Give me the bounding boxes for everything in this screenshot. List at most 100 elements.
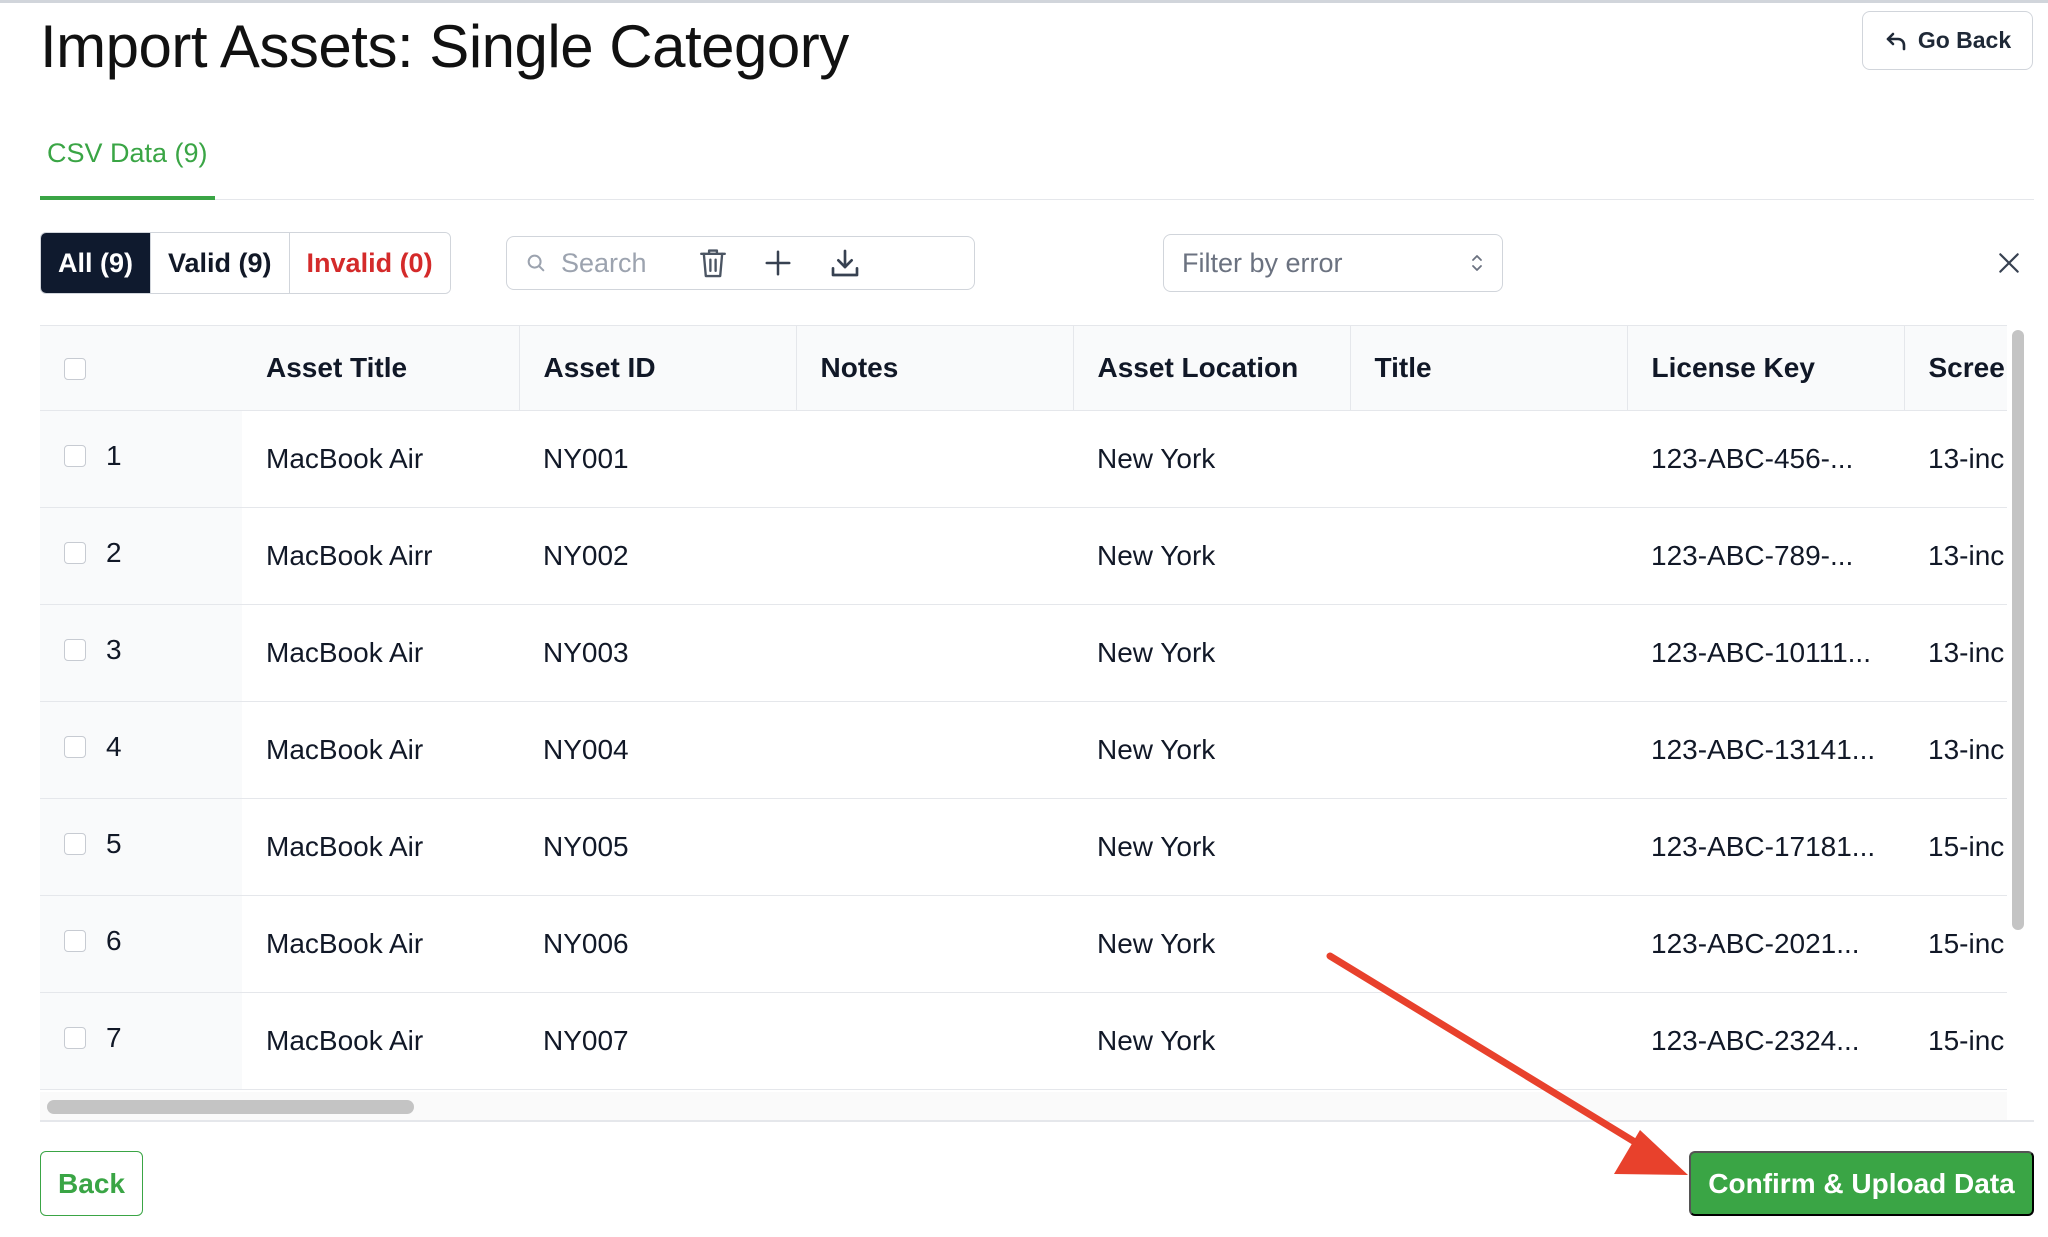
column-header[interactable]: Scree xyxy=(1904,326,2007,411)
table-cell[interactable]: New York xyxy=(1073,992,1350,1090)
table-cell[interactable] xyxy=(796,604,1073,702)
filter-placeholder: Filter by error xyxy=(1182,247,1343,278)
table-cell[interactable]: 13-inc xyxy=(1904,604,2007,702)
footer-divider xyxy=(40,1120,2034,1122)
table-cell[interactable] xyxy=(1350,604,1627,702)
table-cell[interactable]: 123-ABC-2324... xyxy=(1627,992,1904,1090)
row-checkbox[interactable] xyxy=(64,542,86,565)
table-cell[interactable]: MacBook Air xyxy=(242,701,519,799)
table-cell[interactable]: 13-inc xyxy=(1904,410,2007,508)
table-cell[interactable]: NY003 xyxy=(519,604,796,702)
vertical-scrollbar[interactable] xyxy=(2012,330,2024,930)
table-cell[interactable]: New York xyxy=(1073,798,1350,896)
select-all-cell xyxy=(40,326,242,411)
confirm-upload-button[interactable]: Confirm & Upload Data xyxy=(1689,1151,2034,1216)
table-cell[interactable]: NY001 xyxy=(519,410,796,508)
trash-icon[interactable] xyxy=(694,244,732,282)
table-cell[interactable]: 15-inc xyxy=(1904,895,2007,993)
table-cell[interactable]: 15-inc xyxy=(1904,798,2007,896)
row-checkbox[interactable] xyxy=(64,1027,86,1050)
table-cell[interactable]: 123-ABC-456-... xyxy=(1627,410,1904,508)
table-cell[interactable]: MacBook Air xyxy=(242,798,519,896)
table-row[interactable]: 5 MacBook Air NY005 New York 123-ABC-17181..… xyxy=(40,798,2007,896)
column-header[interactable]: Notes xyxy=(796,326,1074,411)
table-cell[interactable]: 123-ABC-13141... xyxy=(1627,701,1904,799)
row-number: 2 xyxy=(106,537,122,569)
column-header[interactable]: Asset ID xyxy=(519,326,797,411)
table-row[interactable]: 1 MacBook Air NY001 New York 123-ABC-456-...… xyxy=(40,410,2007,508)
table-cell[interactable]: New York xyxy=(1073,410,1350,508)
segment-valid[interactable]: Valid (9) xyxy=(151,233,290,293)
row-checkbox[interactable] xyxy=(64,736,86,759)
tab-bar: CSV Data (9) xyxy=(40,130,2034,200)
table-cell[interactable]: 123-ABC-789-... xyxy=(1627,507,1904,605)
table-row[interactable]: 2 MacBook Airr NY002 New York 123-ABC-789-..… xyxy=(40,507,2007,605)
table-cell[interactable]: NY002 xyxy=(519,507,796,605)
undo-arrow-icon xyxy=(1886,32,1906,50)
table-cell[interactable]: MacBook Air xyxy=(242,992,519,1090)
table-cell[interactable]: MacBook Air xyxy=(242,895,519,993)
tab-csv-data[interactable]: CSV Data (9) xyxy=(40,130,215,200)
select-all-checkbox[interactable] xyxy=(64,358,86,381)
table-row[interactable]: 4 MacBook Air NY004 New York 123-ABC-13141..… xyxy=(40,701,2007,799)
row-number: 6 xyxy=(106,925,122,957)
table-cell[interactable]: NY004 xyxy=(519,701,796,799)
table-cell[interactable]: New York xyxy=(1073,895,1350,993)
row-select-cell: 1 xyxy=(40,410,242,508)
table-cell[interactable]: NY005 xyxy=(519,798,796,896)
table-cell[interactable]: 123-ABC-17181... xyxy=(1627,798,1904,896)
table-cell[interactable]: NY006 xyxy=(519,895,796,993)
row-select-cell: 3 xyxy=(40,604,242,702)
table-cell[interactable]: NY007 xyxy=(519,992,796,1090)
row-checkbox[interactable] xyxy=(64,445,86,468)
table-cell[interactable] xyxy=(1350,410,1627,508)
table-cell[interactable]: 13-inc xyxy=(1904,701,2007,799)
column-header[interactable]: Asset Location xyxy=(1073,326,1351,411)
table-row[interactable]: 7 MacBook Air NY007 New York 123-ABC-2324...… xyxy=(40,992,2007,1090)
table-cell[interactable] xyxy=(796,410,1073,508)
column-header[interactable]: Title xyxy=(1350,326,1628,411)
go-back-button[interactable]: Go Back xyxy=(1862,11,2033,70)
row-select-cell: 2 xyxy=(40,507,242,605)
column-header[interactable]: Asset Title xyxy=(242,326,520,411)
segment-invalid[interactable]: Invalid (0) xyxy=(289,233,450,293)
table-cell[interactable]: 15-inc xyxy=(1904,992,2007,1090)
column-header[interactable]: License Key xyxy=(1627,326,1905,411)
download-icon[interactable] xyxy=(826,244,864,282)
table-cell[interactable]: MacBook Airr xyxy=(242,507,519,605)
row-checkbox[interactable] xyxy=(64,639,86,662)
table-cell[interactable] xyxy=(796,701,1073,799)
table-cell[interactable]: 13-inc xyxy=(1904,507,2007,605)
plus-icon[interactable] xyxy=(759,244,797,282)
table-cell[interactable]: New York xyxy=(1073,604,1350,702)
table-header-row: Asset Title Asset ID Notes Asset Locatio… xyxy=(40,326,2007,411)
table-cell[interactable]: MacBook Air xyxy=(242,604,519,702)
table-cell[interactable] xyxy=(796,895,1073,993)
table-cell[interactable] xyxy=(1350,798,1627,896)
search-icon xyxy=(527,254,545,272)
row-select-cell: 6 xyxy=(40,895,242,993)
table-cell[interactable]: MacBook Air xyxy=(242,410,519,508)
table-cell[interactable] xyxy=(1350,895,1627,993)
table-cell[interactable] xyxy=(1350,507,1627,605)
back-button[interactable]: Back xyxy=(40,1151,143,1216)
table-cell[interactable]: New York xyxy=(1073,701,1350,799)
table-row[interactable]: 6 MacBook Air NY006 New York 123-ABC-2021...… xyxy=(40,895,2007,993)
filter-by-error-select[interactable]: Filter by error xyxy=(1163,234,1503,292)
segment-all[interactable]: All (9) xyxy=(41,233,152,293)
table-cell[interactable] xyxy=(1350,992,1627,1090)
search-box[interactable] xyxy=(506,236,975,290)
search-input[interactable] xyxy=(561,247,941,279)
table-cell[interactable]: 123-ABC-2021... xyxy=(1627,895,1904,993)
table-cell[interactable] xyxy=(796,798,1073,896)
table-cell[interactable]: 123-ABC-10111... xyxy=(1627,604,1904,702)
row-checkbox[interactable] xyxy=(64,930,86,953)
table-cell[interactable] xyxy=(796,507,1073,605)
horizontal-scrollbar[interactable] xyxy=(47,1100,414,1114)
table-cell[interactable]: New York xyxy=(1073,507,1350,605)
table-row[interactable]: 3 MacBook Air NY003 New York 123-ABC-10111..… xyxy=(40,604,2007,702)
table-cell[interactable] xyxy=(1350,701,1627,799)
table-cell[interactable] xyxy=(796,992,1073,1090)
row-checkbox[interactable] xyxy=(64,833,86,856)
close-icon[interactable] xyxy=(1990,244,2028,282)
